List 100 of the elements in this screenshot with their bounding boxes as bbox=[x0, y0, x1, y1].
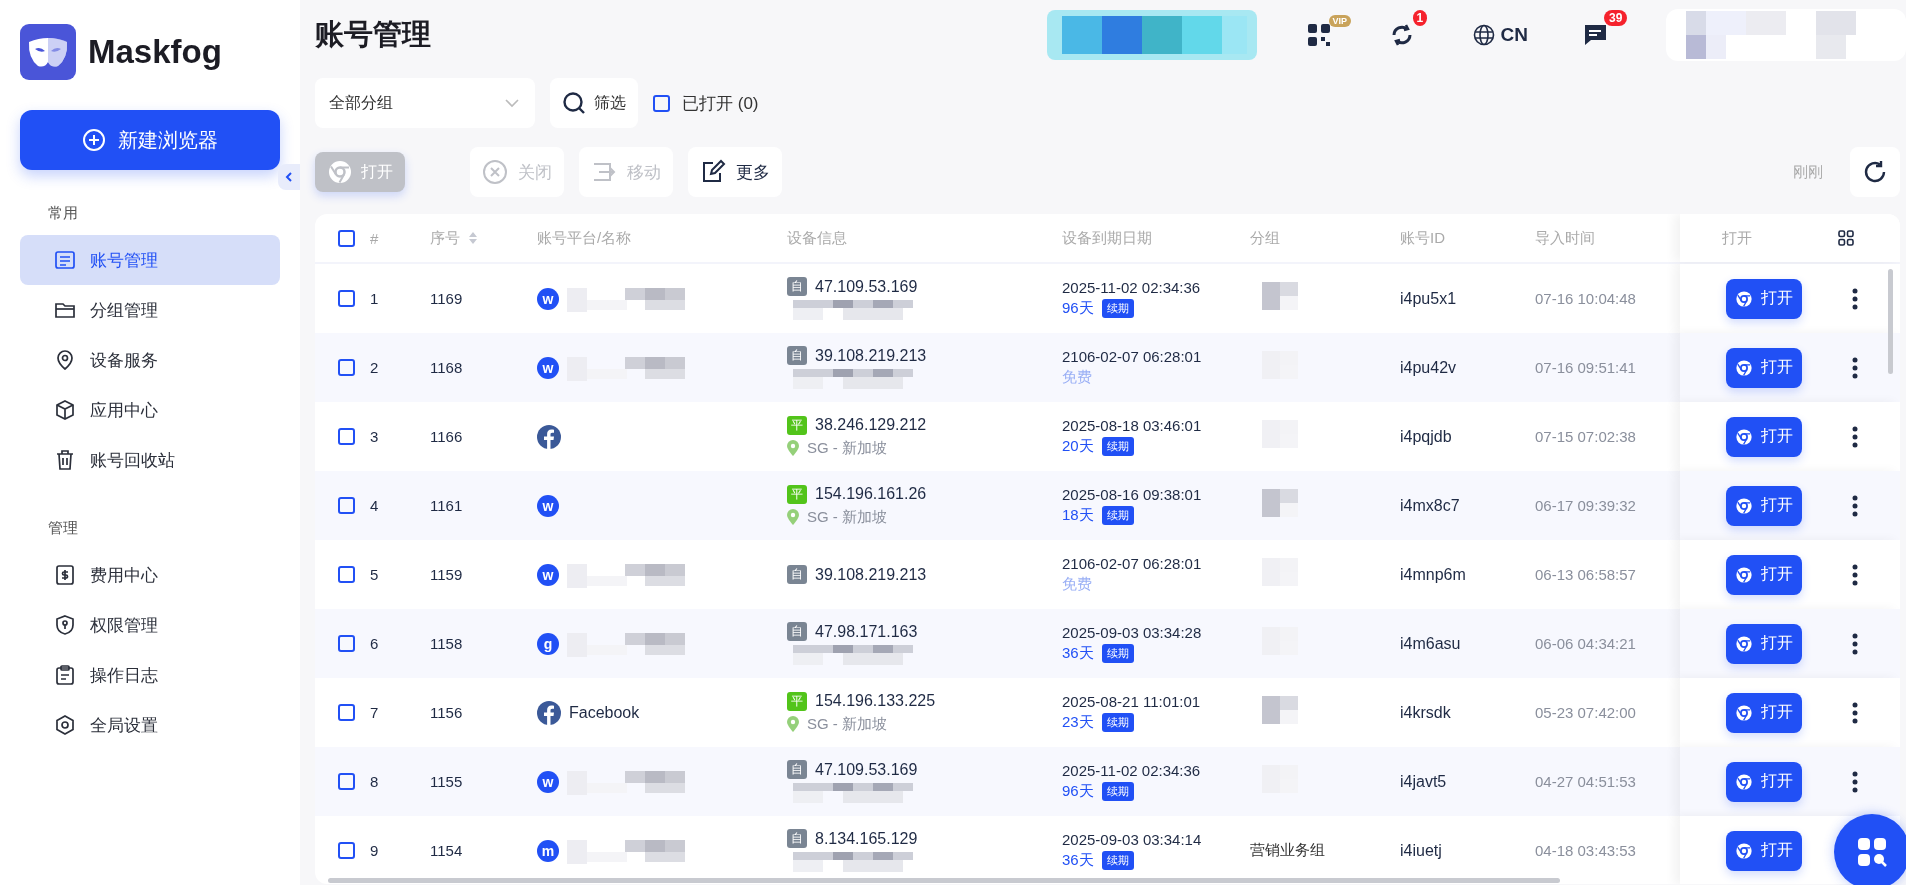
brand-name: Maskfog bbox=[88, 33, 222, 71]
ip-address: 8.134.165.129 bbox=[815, 829, 918, 848]
more-options-icon[interactable] bbox=[1852, 701, 1858, 724]
expiry-date: 2025-09-03 03:34:14 bbox=[1062, 831, 1202, 848]
collapse-tab[interactable] bbox=[278, 164, 300, 190]
ip-address: 47.109.53.169 bbox=[815, 277, 918, 296]
remaining-days: 96天 bbox=[1062, 782, 1094, 801]
nav-item[interactable]: 全局设置 bbox=[20, 700, 280, 750]
grid-search-icon bbox=[1856, 836, 1888, 868]
more-options-icon[interactable] bbox=[1852, 425, 1858, 448]
nav-item[interactable]: 操作日志 bbox=[20, 650, 280, 700]
renew-button[interactable]: 续期 bbox=[1101, 644, 1134, 663]
nav-item[interactable]: 费用中心 bbox=[20, 550, 280, 600]
vip-badge: VIP bbox=[1328, 15, 1352, 27]
column-header: 设备信息 bbox=[787, 228, 847, 248]
account-id: i4iuetj bbox=[1400, 841, 1442, 860]
remaining-days: 96天 bbox=[1062, 299, 1094, 318]
row-checkbox[interactable] bbox=[338, 290, 355, 307]
browser-icon bbox=[1735, 496, 1753, 515]
platform-icon: w bbox=[537, 356, 559, 379]
hexagon-icon bbox=[54, 714, 76, 736]
renew-button[interactable]: 续期 bbox=[1101, 851, 1134, 870]
location-text: SG - 新加坡 bbox=[807, 507, 887, 527]
nav-item[interactable]: 应用中心 bbox=[20, 385, 280, 435]
account-name: Facebook bbox=[569, 703, 640, 722]
open-button[interactable]: 打开 bbox=[1726, 416, 1802, 457]
open-button[interactable]: 打开 bbox=[1726, 554, 1802, 595]
table-cell: 1166 bbox=[430, 428, 463, 445]
more-options-icon[interactable] bbox=[1852, 356, 1858, 379]
renew-button[interactable]: 续期 bbox=[1101, 782, 1134, 801]
group-select[interactable]: 全部分组 bbox=[315, 78, 535, 128]
mask-logo-icon bbox=[20, 24, 76, 80]
column-header: # bbox=[370, 229, 379, 247]
browser-icon bbox=[327, 159, 353, 185]
expiry-date: 2106-02-07 06:28:01 bbox=[1062, 555, 1202, 572]
filter-button[interactable]: 筛选 bbox=[550, 78, 638, 128]
nav-item[interactable]: 权限管理 bbox=[20, 600, 280, 650]
refresh-button[interactable] bbox=[1850, 147, 1900, 197]
renew-button[interactable]: 续期 bbox=[1101, 437, 1134, 456]
open-button[interactable]: 打开 bbox=[1726, 830, 1802, 871]
table-cell: 6 bbox=[370, 635, 379, 652]
more-options-icon[interactable] bbox=[1852, 494, 1858, 517]
opened-filter-checkbox[interactable]: 已打开 (0) bbox=[653, 91, 759, 115]
more-button[interactable]: 更多 bbox=[688, 147, 782, 197]
device-type-tag: 自 bbox=[787, 622, 807, 641]
scrollbar[interactable] bbox=[1888, 269, 1893, 374]
open-button[interactable]: 打开 bbox=[1726, 485, 1802, 526]
renew-button[interactable]: 续期 bbox=[1101, 506, 1134, 525]
row-checkbox[interactable] bbox=[338, 566, 355, 583]
open-button[interactable]: 打开 bbox=[1726, 278, 1802, 319]
row-checkbox[interactable] bbox=[338, 704, 355, 721]
row-checkbox[interactable] bbox=[338, 428, 355, 445]
more-options-icon[interactable] bbox=[1852, 563, 1858, 586]
renew-button[interactable]: 续期 bbox=[1101, 299, 1134, 318]
remaining-days: 20天 bbox=[1062, 437, 1094, 456]
row-checkbox[interactable] bbox=[338, 842, 355, 859]
row-checkbox[interactable] bbox=[338, 359, 355, 376]
table-cell: 1154 bbox=[430, 842, 463, 859]
qr-code-icon[interactable] bbox=[1306, 23, 1331, 47]
import-time: 07-15 07:02:38 bbox=[1535, 428, 1636, 445]
close-icon bbox=[482, 159, 508, 185]
more-options-icon[interactable] bbox=[1852, 770, 1858, 793]
select-all-checkbox[interactable] bbox=[338, 229, 355, 247]
table-cell: 1156 bbox=[430, 704, 463, 721]
ip-address: 154.196.161.26 bbox=[815, 485, 927, 503]
nav-item[interactable]: 账号回收站 bbox=[20, 435, 280, 485]
import-time: 06-17 09:39:32 bbox=[1535, 497, 1636, 514]
ip-address: 39.108.219.213 bbox=[815, 346, 927, 365]
account-id: i4pu5x1 bbox=[1400, 289, 1457, 308]
nav-item[interactable]: 设备服务 bbox=[20, 335, 280, 385]
row-checkbox[interactable] bbox=[338, 635, 355, 652]
notification-badge: 1 bbox=[1412, 10, 1428, 26]
nav-item[interactable]: 账号管理 bbox=[20, 235, 280, 285]
more-options-icon[interactable] bbox=[1852, 287, 1858, 310]
device-type-tag: 自 bbox=[787, 277, 807, 296]
plus-icon bbox=[82, 128, 106, 152]
open-button[interactable]: 打开 bbox=[1726, 692, 1802, 733]
row-checkbox[interactable] bbox=[338, 773, 355, 790]
account-id: i4mnp6m bbox=[1400, 565, 1466, 584]
section-title: 管理 bbox=[48, 519, 79, 538]
import-time: 06-06 04:34:21 bbox=[1535, 635, 1636, 652]
table-cell: 8 bbox=[370, 773, 379, 790]
platform-icon: w bbox=[537, 563, 559, 586]
nav-item[interactable]: 分组管理 bbox=[20, 285, 280, 335]
table-cell: 1168 bbox=[430, 359, 463, 376]
table-cell: 4 bbox=[370, 497, 379, 514]
message-icon[interactable] bbox=[1582, 22, 1608, 48]
language-button[interactable]: CN bbox=[1472, 24, 1528, 46]
section-title: 常用 bbox=[48, 204, 79, 223]
open-button[interactable]: 打开 bbox=[1726, 347, 1802, 388]
open-button[interactable]: 打开 bbox=[1726, 623, 1802, 664]
column-settings-icon[interactable] bbox=[1838, 230, 1854, 246]
notification-badge: 39 bbox=[1604, 10, 1628, 26]
open-button[interactable]: 打开 bbox=[1726, 761, 1802, 802]
scrollbar[interactable] bbox=[328, 878, 1560, 883]
renew-button[interactable]: 续期 bbox=[1101, 713, 1134, 732]
more-options-icon[interactable] bbox=[1852, 632, 1858, 655]
dollar-receipt-icon bbox=[54, 564, 76, 586]
row-checkbox[interactable] bbox=[338, 497, 355, 514]
new-browser-button[interactable]: 新建浏览器 bbox=[20, 110, 280, 170]
